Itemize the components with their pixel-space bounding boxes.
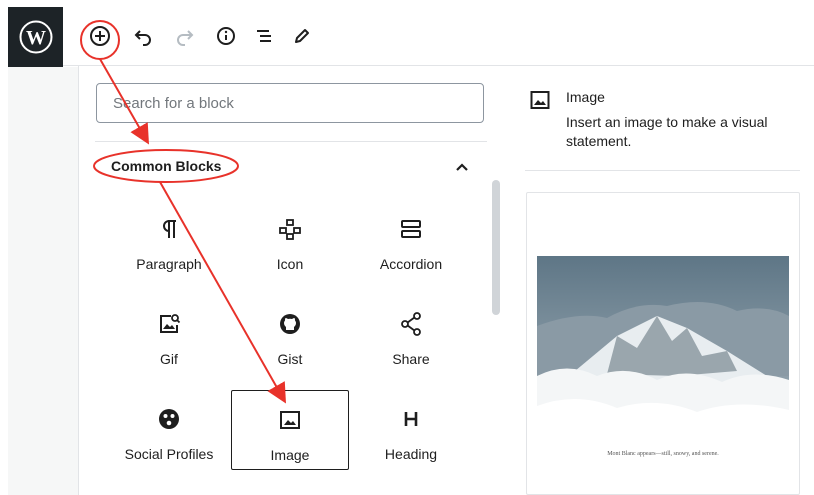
preview-mountain-image xyxy=(537,256,789,444)
admin-sidebar xyxy=(8,67,63,495)
image-icon xyxy=(530,90,550,110)
block-label: Share xyxy=(392,351,430,367)
edit-icon xyxy=(295,29,309,43)
block-heading[interactable]: Heading xyxy=(352,390,470,470)
block-label: Gist xyxy=(277,351,303,367)
redo-button[interactable] xyxy=(170,21,200,51)
block-label: Image xyxy=(270,447,310,463)
edit-button[interactable] xyxy=(287,21,317,51)
svg-text:W: W xyxy=(26,27,46,49)
preview-description: Insert an image to make a visual stateme… xyxy=(566,114,768,149)
outline-button[interactable] xyxy=(249,21,279,51)
accordion-icon xyxy=(400,216,422,242)
heading-icon xyxy=(401,406,421,432)
paragraph-icon xyxy=(159,216,179,242)
info-button[interactable] xyxy=(211,21,241,51)
preview-caption: Mont Blanc appears—still, snowy, and ser… xyxy=(607,451,719,457)
top-strip xyxy=(0,0,814,7)
icon-block-icon xyxy=(278,216,302,242)
image-icon xyxy=(279,407,301,433)
redo-icon xyxy=(177,30,194,46)
undo-icon xyxy=(134,30,151,46)
block-icon[interactable]: Icon xyxy=(231,200,349,280)
undo-button[interactable] xyxy=(128,21,158,51)
block-label: Paragraph xyxy=(136,256,202,272)
add-block-button[interactable] xyxy=(85,21,115,51)
block-share[interactable]: Share xyxy=(352,295,470,375)
editor-canvas-edge xyxy=(63,67,78,495)
wordpress-icon: W xyxy=(19,20,52,54)
social-profiles-icon xyxy=(157,406,181,432)
editor-toolbar xyxy=(63,7,814,66)
divider xyxy=(525,170,800,171)
info-icon xyxy=(217,27,235,45)
collapse-category-button[interactable] xyxy=(452,157,472,177)
search-placeholder: Search for a block xyxy=(113,95,234,112)
block-gif[interactable]: Gif xyxy=(110,295,228,375)
outline-icon xyxy=(257,30,271,42)
block-label: Heading xyxy=(384,446,438,462)
block-accordion[interactable]: Accordion xyxy=(352,200,470,280)
share-icon xyxy=(400,311,422,337)
gif-icon xyxy=(157,311,181,337)
block-label: Accordion xyxy=(379,256,443,272)
category-title[interactable]: Common Blocks xyxy=(111,158,221,174)
block-image[interactable]: Image xyxy=(231,390,349,470)
chevron-up-icon xyxy=(456,163,468,171)
block-paragraph[interactable]: Paragraph xyxy=(110,200,228,280)
block-social-profiles[interactable]: Social Profiles xyxy=(110,390,228,470)
scrollbar[interactable] xyxy=(492,180,500,315)
github-icon xyxy=(278,311,302,337)
wordpress-logo[interactable]: W xyxy=(8,7,63,67)
block-label: Icon xyxy=(276,256,304,272)
block-gist[interactable]: Gist xyxy=(231,295,349,375)
block-label: Gif xyxy=(160,351,178,367)
preview-title: Image xyxy=(566,89,605,105)
divider xyxy=(95,141,487,142)
block-label: Social Profiles xyxy=(124,446,214,462)
add-block-icon xyxy=(90,26,110,46)
